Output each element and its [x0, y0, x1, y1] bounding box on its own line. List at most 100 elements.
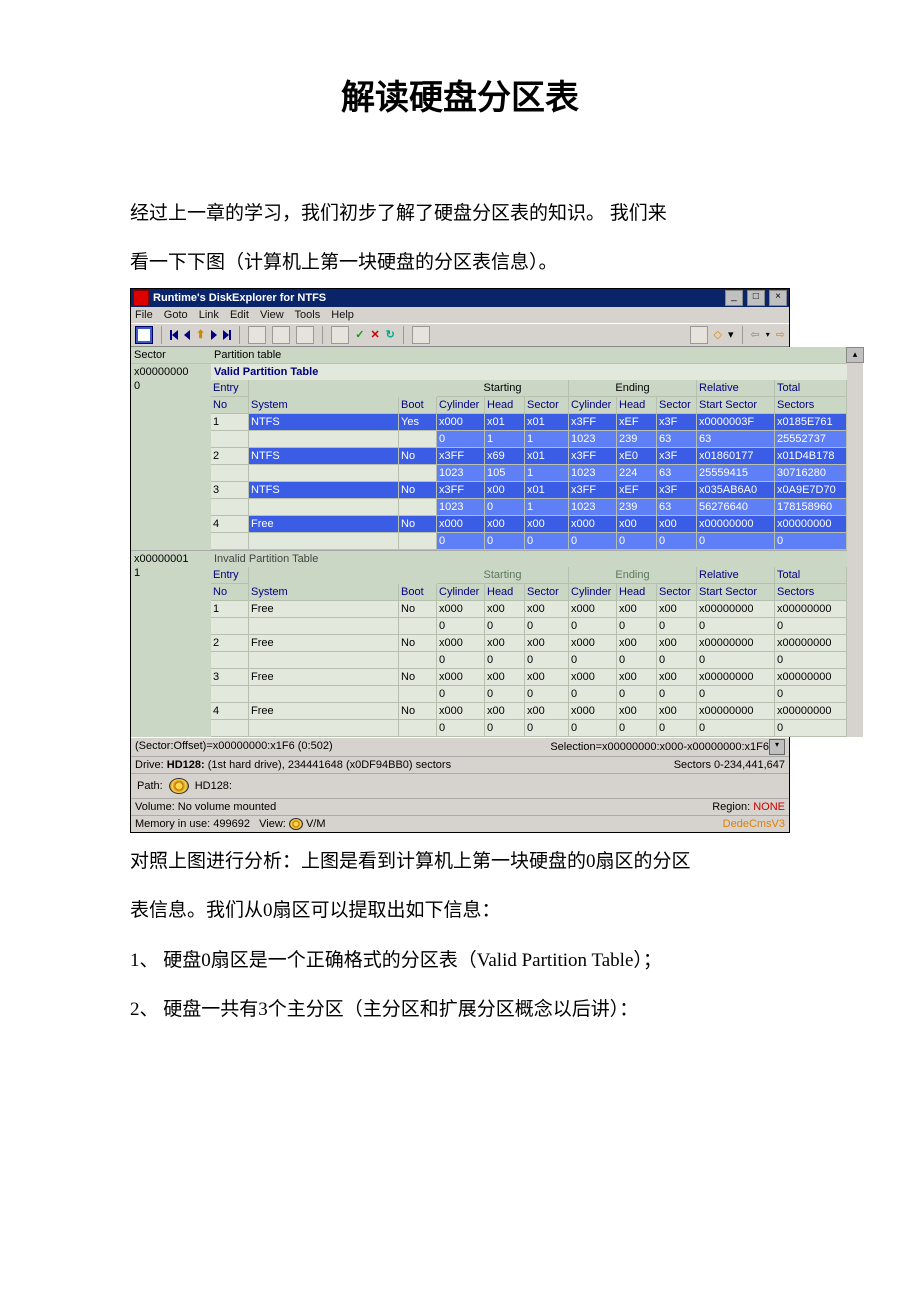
cell-boot2[interactable] — [399, 533, 437, 550]
cell-sys[interactable]: NTFS — [249, 414, 399, 431]
cell-ss[interactable]: x01 — [525, 414, 569, 431]
cell-ec[interactable]: x000 — [569, 601, 617, 618]
cell-sh[interactable]: x00 — [485, 669, 525, 686]
cell-eh2[interactable]: 0 — [617, 533, 657, 550]
cell-ec2[interactable]: 0 — [569, 652, 617, 669]
cell-es[interactable]: x3F — [657, 482, 697, 499]
menu-view[interactable]: View — [260, 309, 284, 321]
col-header-partition[interactable]: Partition table — [211, 347, 847, 363]
nav-last-icon[interactable] — [223, 330, 231, 340]
cell-rel[interactable]: x00000000 — [697, 669, 775, 686]
cell-ec[interactable]: x3FF — [569, 448, 617, 465]
cell-sh2[interactable]: 0 — [485, 652, 525, 669]
cell-no[interactable]: 3 — [211, 669, 249, 686]
toolbar[interactable]: ⬆ ✓ ✕ ↻ ◇ ▾ ⇦ ▾ ⇨ — [131, 323, 789, 347]
cell-es2[interactable]: 63 — [657, 499, 697, 516]
cell-rel[interactable]: x01860177 — [697, 448, 775, 465]
cell-rel2[interactable]: 0 — [697, 533, 775, 550]
cell-boot2[interactable] — [399, 499, 437, 516]
cell-ec2[interactable]: 1023 — [569, 431, 617, 448]
cell-es2[interactable]: 0 — [657, 533, 697, 550]
cell-ec2[interactable]: 0 — [569, 533, 617, 550]
cell-eh[interactable]: x00 — [617, 635, 657, 652]
cell-eh[interactable]: x00 — [617, 669, 657, 686]
cell-ss[interactable]: x00 — [525, 669, 569, 686]
cell-rel2[interactable]: 0 — [697, 686, 775, 703]
cell-no2[interactable] — [211, 431, 249, 448]
cell-eh2[interactable]: 0 — [617, 720, 657, 737]
cell-no[interactable]: 1 — [211, 601, 249, 618]
cell-ec[interactable]: x000 — [569, 635, 617, 652]
forward-arrow-icon[interactable]: ⇨ — [776, 328, 785, 342]
cell-boot[interactable]: Yes — [399, 414, 437, 431]
cell-sys2[interactable] — [249, 465, 399, 482]
vertical-scrollbar[interactable]: ▴ — [847, 347, 863, 737]
nav-up-icon[interactable]: ⬆ — [196, 328, 205, 342]
menu-edit[interactable]: Edit — [230, 309, 249, 321]
tool-icon-3[interactable] — [296, 326, 314, 344]
cell-ss2[interactable]: 0 — [525, 533, 569, 550]
menubar[interactable]: File Goto Link Edit View Tools Help — [131, 307, 789, 323]
cell-rel[interactable]: x00000000 — [697, 601, 775, 618]
cell-es[interactable]: x3F — [657, 414, 697, 431]
check-icon[interactable]: ✓ — [355, 328, 364, 342]
cell-sys2[interactable] — [249, 618, 399, 635]
selection-dropdown-icon[interactable]: ▾ — [769, 739, 785, 755]
cell-sc2[interactable]: 0 — [437, 686, 485, 703]
cell-es2[interactable]: 63 — [657, 431, 697, 448]
cell-ec2[interactable]: 1023 — [569, 499, 617, 516]
cell-sc[interactable]: x000 — [437, 635, 485, 652]
cell-no2[interactable] — [211, 720, 249, 737]
cell-boot[interactable]: No — [399, 516, 437, 533]
refresh-icon[interactable]: ↻ — [386, 328, 395, 342]
cell-eh[interactable]: xEF — [617, 482, 657, 499]
cell-sc2[interactable]: 0 — [437, 652, 485, 669]
cell-sh2[interactable]: 0 — [485, 533, 525, 550]
cell-ss2[interactable]: 0 — [525, 720, 569, 737]
cell-es[interactable]: x00 — [657, 601, 697, 618]
cell-sh2[interactable]: 0 — [485, 686, 525, 703]
maximize-button[interactable]: □ — [747, 290, 765, 306]
cell-rel2[interactable]: 56276640 — [697, 499, 775, 516]
cell-es2[interactable]: 0 — [657, 652, 697, 669]
col-header-sector[interactable]: Sector — [131, 347, 211, 363]
cell-rel[interactable]: x00000000 — [697, 635, 775, 652]
cell-ss2[interactable]: 1 — [525, 499, 569, 516]
cell-boot2[interactable] — [399, 652, 437, 669]
cell-sys[interactable]: Free — [249, 703, 399, 720]
cell-es[interactable]: x00 — [657, 669, 697, 686]
cell-tot[interactable]: x0185E761 — [775, 414, 847, 431]
cell-no2[interactable] — [211, 533, 249, 550]
cell-ss[interactable]: x00 — [525, 516, 569, 533]
menu-link[interactable]: Link — [199, 309, 219, 321]
cell-sh2[interactable]: 1 — [485, 431, 525, 448]
cell-rel[interactable]: x00000000 — [697, 516, 775, 533]
cell-sc2[interactable]: 0 — [437, 618, 485, 635]
cell-eh2[interactable]: 0 — [617, 618, 657, 635]
menu-help[interactable]: Help — [331, 309, 354, 321]
cell-sc2[interactable]: 0 — [437, 533, 485, 550]
cell-sc[interactable]: x3FF — [437, 482, 485, 499]
cell-no[interactable]: 2 — [211, 448, 249, 465]
cell-sh[interactable]: x69 — [485, 448, 525, 465]
cell-rel[interactable]: x035AB6A0 — [697, 482, 775, 499]
small-dropdown-icon[interactable]: ▾ — [766, 328, 770, 342]
cell-eh2[interactable]: 239 — [617, 431, 657, 448]
cell-no2[interactable] — [211, 499, 249, 516]
cell-sys2[interactable] — [249, 499, 399, 516]
nav-next-icon[interactable] — [211, 330, 217, 340]
nav-prev-icon[interactable] — [184, 330, 190, 340]
cell-no[interactable]: 2 — [211, 635, 249, 652]
cell-rel2[interactable]: 0 — [697, 720, 775, 737]
menu-file[interactable]: File — [135, 309, 153, 321]
cell-rel2[interactable]: 0 — [697, 652, 775, 669]
cell-ec[interactable]: x000 — [569, 669, 617, 686]
cell-sys[interactable]: NTFS — [249, 482, 399, 499]
cell-sys[interactable]: Free — [249, 635, 399, 652]
cell-ec2[interactable]: 0 — [569, 720, 617, 737]
cell-eh[interactable]: xE0 — [617, 448, 657, 465]
cell-sys[interactable]: NTFS — [249, 448, 399, 465]
titlebar[interactable]: Runtime's DiskExplorer for NTFS _ □ × — [131, 289, 789, 307]
cell-boot[interactable]: No — [399, 703, 437, 720]
cell-boot2[interactable] — [399, 720, 437, 737]
